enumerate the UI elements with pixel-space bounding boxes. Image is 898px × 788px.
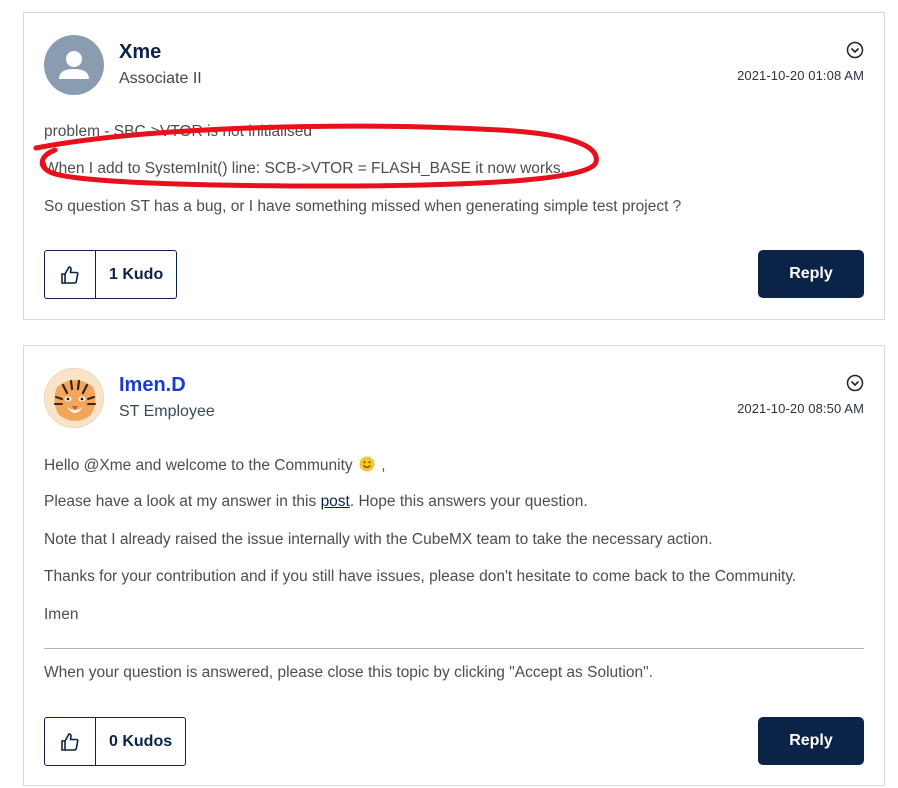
greeting-punctuation: , [381, 457, 386, 474]
reply-button[interactable]: Reply [758, 250, 864, 298]
kudo-button[interactable] [45, 718, 96, 765]
body-paragraph: problem - SBC->VTOR is not initialised [44, 123, 313, 140]
signature-text: When your question is answered, please c… [44, 664, 653, 681]
tiger-avatar-icon [45, 369, 103, 427]
greeting-paragraph: Hello @Xme and welcome to the Community … [44, 456, 386, 475]
answer-text: Please have a look at my answer in this [44, 493, 321, 510]
chevron-down-circle-icon [846, 374, 864, 392]
body-paragraph: Note that I already raised the issue int… [44, 531, 713, 548]
signature-divider [44, 648, 864, 649]
answer-text-end: . Hope this answers your question. [349, 493, 588, 510]
body-paragraph: When I add to SystemInit() line: SCB->VT… [44, 160, 565, 177]
post-timestamp: 2021-10-20 01:08 AM [737, 68, 864, 83]
author-rank: ST Employee [119, 403, 215, 420]
kudo-button[interactable] [45, 251, 96, 298]
body-paragraph: Thanks for your contribution and if you … [44, 568, 797, 585]
avatar[interactable] [44, 368, 104, 428]
post-options-button[interactable] [846, 374, 864, 392]
author-name[interactable]: Imen.D [119, 374, 186, 397]
kudo-count[interactable]: 1 Kudo [96, 251, 176, 298]
avatar[interactable] [44, 35, 104, 95]
reply-post: Xme Associate II 2021-10-20 01:08 AM pro… [23, 12, 885, 320]
reply-button[interactable]: Reply [758, 717, 864, 765]
signoff-name: Imen [44, 606, 79, 623]
kudo-count[interactable]: 0 Kudos [96, 718, 185, 765]
kudo-control: 0 Kudos [44, 717, 187, 766]
thumbs-up-icon [61, 732, 79, 751]
answer-paragraph: Please have a look at my answer in this … [44, 493, 588, 511]
kudo-control: 1 Kudo [44, 250, 178, 299]
greeting-text: Hello @Xme and welcome to the Community [44, 457, 353, 474]
default-user-icon [59, 51, 89, 79]
post-link[interactable]: post [321, 493, 350, 510]
author-rank: Associate II [119, 70, 202, 87]
thumbs-up-icon [61, 265, 79, 284]
reply-post: Imen.D ST Employee 2021-10-20 08:50 AM H… [23, 345, 885, 786]
body-paragraph: So question ST has a bug, or I have some… [44, 198, 682, 215]
smiley-emoji-icon [359, 456, 375, 472]
author-name[interactable]: Xme [119, 41, 161, 64]
post-options-button[interactable] [846, 41, 864, 59]
post-timestamp: 2021-10-20 08:50 AM [737, 401, 864, 416]
chevron-down-circle-icon [846, 41, 864, 59]
